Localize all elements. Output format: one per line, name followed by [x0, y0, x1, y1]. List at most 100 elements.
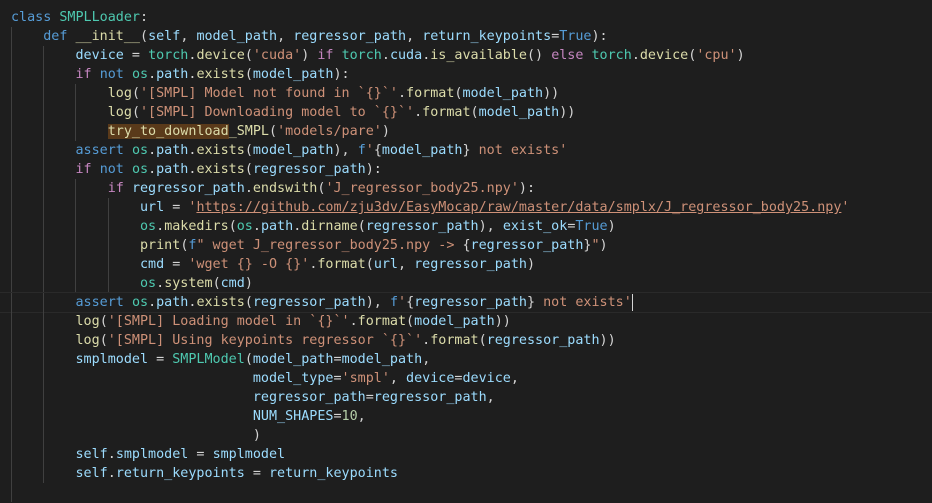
code-token: 'smpl': [341, 371, 390, 386]
code-token: f: [357, 143, 366, 158]
code-token: }: [527, 295, 536, 310]
code-token: return_keypoints: [422, 29, 552, 44]
code-line[interactable]: smplmodel = SMPLModel(model_path=model_p…: [0, 350, 932, 369]
indent-guide: [11, 445, 12, 464]
indent-guide: [107, 255, 109, 274]
code-line[interactable]: os.makedirs(os.path.dirname(regressor_pa…: [0, 217, 932, 236]
code-line[interactable]: if regressor_path.endswith('J_regressor_…: [0, 179, 932, 198]
code-editor[interactable]: class SMPLLoader: def __init__(self, mod…: [0, 0, 932, 503]
code-token: (: [131, 105, 140, 120]
indent-guide: [75, 217, 77, 236]
code-line[interactable]: os.system(cmd): [0, 274, 932, 293]
code-line[interactable]: log('[SMPL] Using keypoints regressor `{…: [0, 331, 932, 350]
code-token: path: [156, 295, 189, 310]
code-token: model_path: [478, 105, 560, 120]
code-token: .: [148, 67, 157, 82]
indent-guide: [43, 445, 45, 464]
code-line[interactable]: if not os.path.exists(model_path):: [0, 65, 932, 84]
code-token: model_path: [196, 29, 278, 44]
code-token: log: [75, 314, 100, 329]
code-token: log: [107, 86, 132, 101]
code-line[interactable]: log('[SMPL] Loading model in `{}`'.forma…: [0, 312, 932, 331]
code-token: model_type: [252, 371, 334, 386]
code-token: not exists': [535, 295, 632, 310]
code-token: return_keypoints: [115, 466, 245, 481]
code-line[interactable]: print(f" wget J_regressor_body25.npy -> …: [0, 236, 932, 255]
code-token: SMPLLoader: [59, 10, 140, 25]
code-token: =: [365, 390, 374, 405]
code-token: dirname: [301, 219, 358, 234]
code-token: =: [333, 409, 342, 424]
code-line[interactable]: self.return_keypoints = return_keypoints: [0, 464, 932, 483]
code-token: regressor_path: [373, 390, 487, 405]
code-line[interactable]: model_type='smpl', device=device,: [0, 369, 932, 388]
code-token: )): [494, 314, 511, 329]
code-token: __init__: [75, 29, 141, 44]
code-token: (: [470, 105, 479, 120]
code-line[interactable]: regressor_path=regressor_path,: [0, 388, 932, 407]
indent-guide: [75, 84, 77, 103]
code-line[interactable]: if not os.path.exists(regressor_path):: [0, 160, 932, 179]
code-line[interactable]: assert os.path.exists(model_path), f'{mo…: [0, 141, 932, 160]
code-token: model_path: [462, 86, 544, 101]
code-token: :: [140, 10, 149, 25]
indent-guide: [11, 46, 12, 65]
code-line[interactable]: device = torch.device('cuda') if torch.c…: [0, 46, 932, 65]
code-line[interactable]: try_to_download_SMPL('models/pare'): [0, 122, 932, 141]
code-token: not: [99, 162, 124, 177]
code-token: self: [148, 29, 181, 44]
code-token: regressor_path: [252, 162, 366, 177]
code-token: _SMPL: [228, 124, 269, 139]
code-token: =: [164, 200, 189, 215]
code-line[interactable]: [0, 483, 932, 502]
code-token: def: [43, 29, 68, 44]
indent-guide: [43, 160, 45, 179]
indent-guide: [11, 274, 12, 293]
indent-guide: [11, 293, 12, 312]
code-line[interactable]: self.smplmodel = smplmodel: [0, 445, 932, 464]
indent-guide: [11, 122, 12, 141]
code-line[interactable]: class SMPLLoader:: [0, 8, 932, 27]
code-line[interactable]: def __init__(self, model_path, regressor…: [0, 27, 932, 46]
code-line[interactable]: log('[SMPL] Model not found in `{}`'.for…: [0, 84, 932, 103]
code-token: makedirs: [164, 219, 229, 234]
code-token: )): [543, 86, 560, 101]
code-token: regressor_path: [293, 29, 407, 44]
code-token: ):: [365, 162, 382, 177]
code-token: device: [406, 371, 455, 386]
code-line[interactable]: log('[SMPL] Downloading model to `{}`'.f…: [0, 103, 932, 122]
code-line[interactable]: cmd = 'wget {} -O {}'.format(url, regres…: [0, 255, 932, 274]
code-token: cmd: [220, 276, 245, 291]
code-token: ,: [389, 371, 407, 386]
code-line[interactable]: url = 'https://github.com/zju3dv/EasyMoc…: [0, 198, 932, 217]
code-token: ,: [406, 29, 423, 44]
indent-guide: [43, 103, 45, 122]
code-token: (: [212, 276, 221, 291]
indent-guide: [11, 103, 12, 122]
indent-guide: [43, 46, 45, 65]
code-token: '[SMPL] Loading model in `{}`': [107, 314, 350, 329]
code-line[interactable]: assert os.path.exists(regressor_path), f…: [0, 292, 932, 313]
code-token: https://github.com/zju3dv/EasyMocap/raw/…: [196, 200, 842, 215]
indent-guide: [43, 65, 45, 84]
code-token: os: [131, 143, 149, 158]
code-token: path: [156, 143, 189, 158]
indent-guide: [75, 198, 77, 217]
code-token: device: [75, 48, 124, 63]
code-token: cmd: [140, 257, 165, 272]
code-line[interactable]: NUM_SHAPES=10,: [0, 407, 932, 426]
code-token: url: [140, 200, 165, 215]
code-token: assert: [75, 295, 124, 310]
code-token: return_keypoints: [269, 466, 398, 481]
code-token: os: [131, 295, 149, 310]
code-token: .: [244, 181, 253, 196]
code-token: (: [228, 219, 237, 234]
indent-guide: [107, 236, 109, 255]
indent-guide: [75, 179, 77, 198]
code-token: regressor_path: [252, 390, 366, 405]
code-token: system: [164, 276, 213, 291]
code-line[interactable]: ): [0, 426, 932, 445]
